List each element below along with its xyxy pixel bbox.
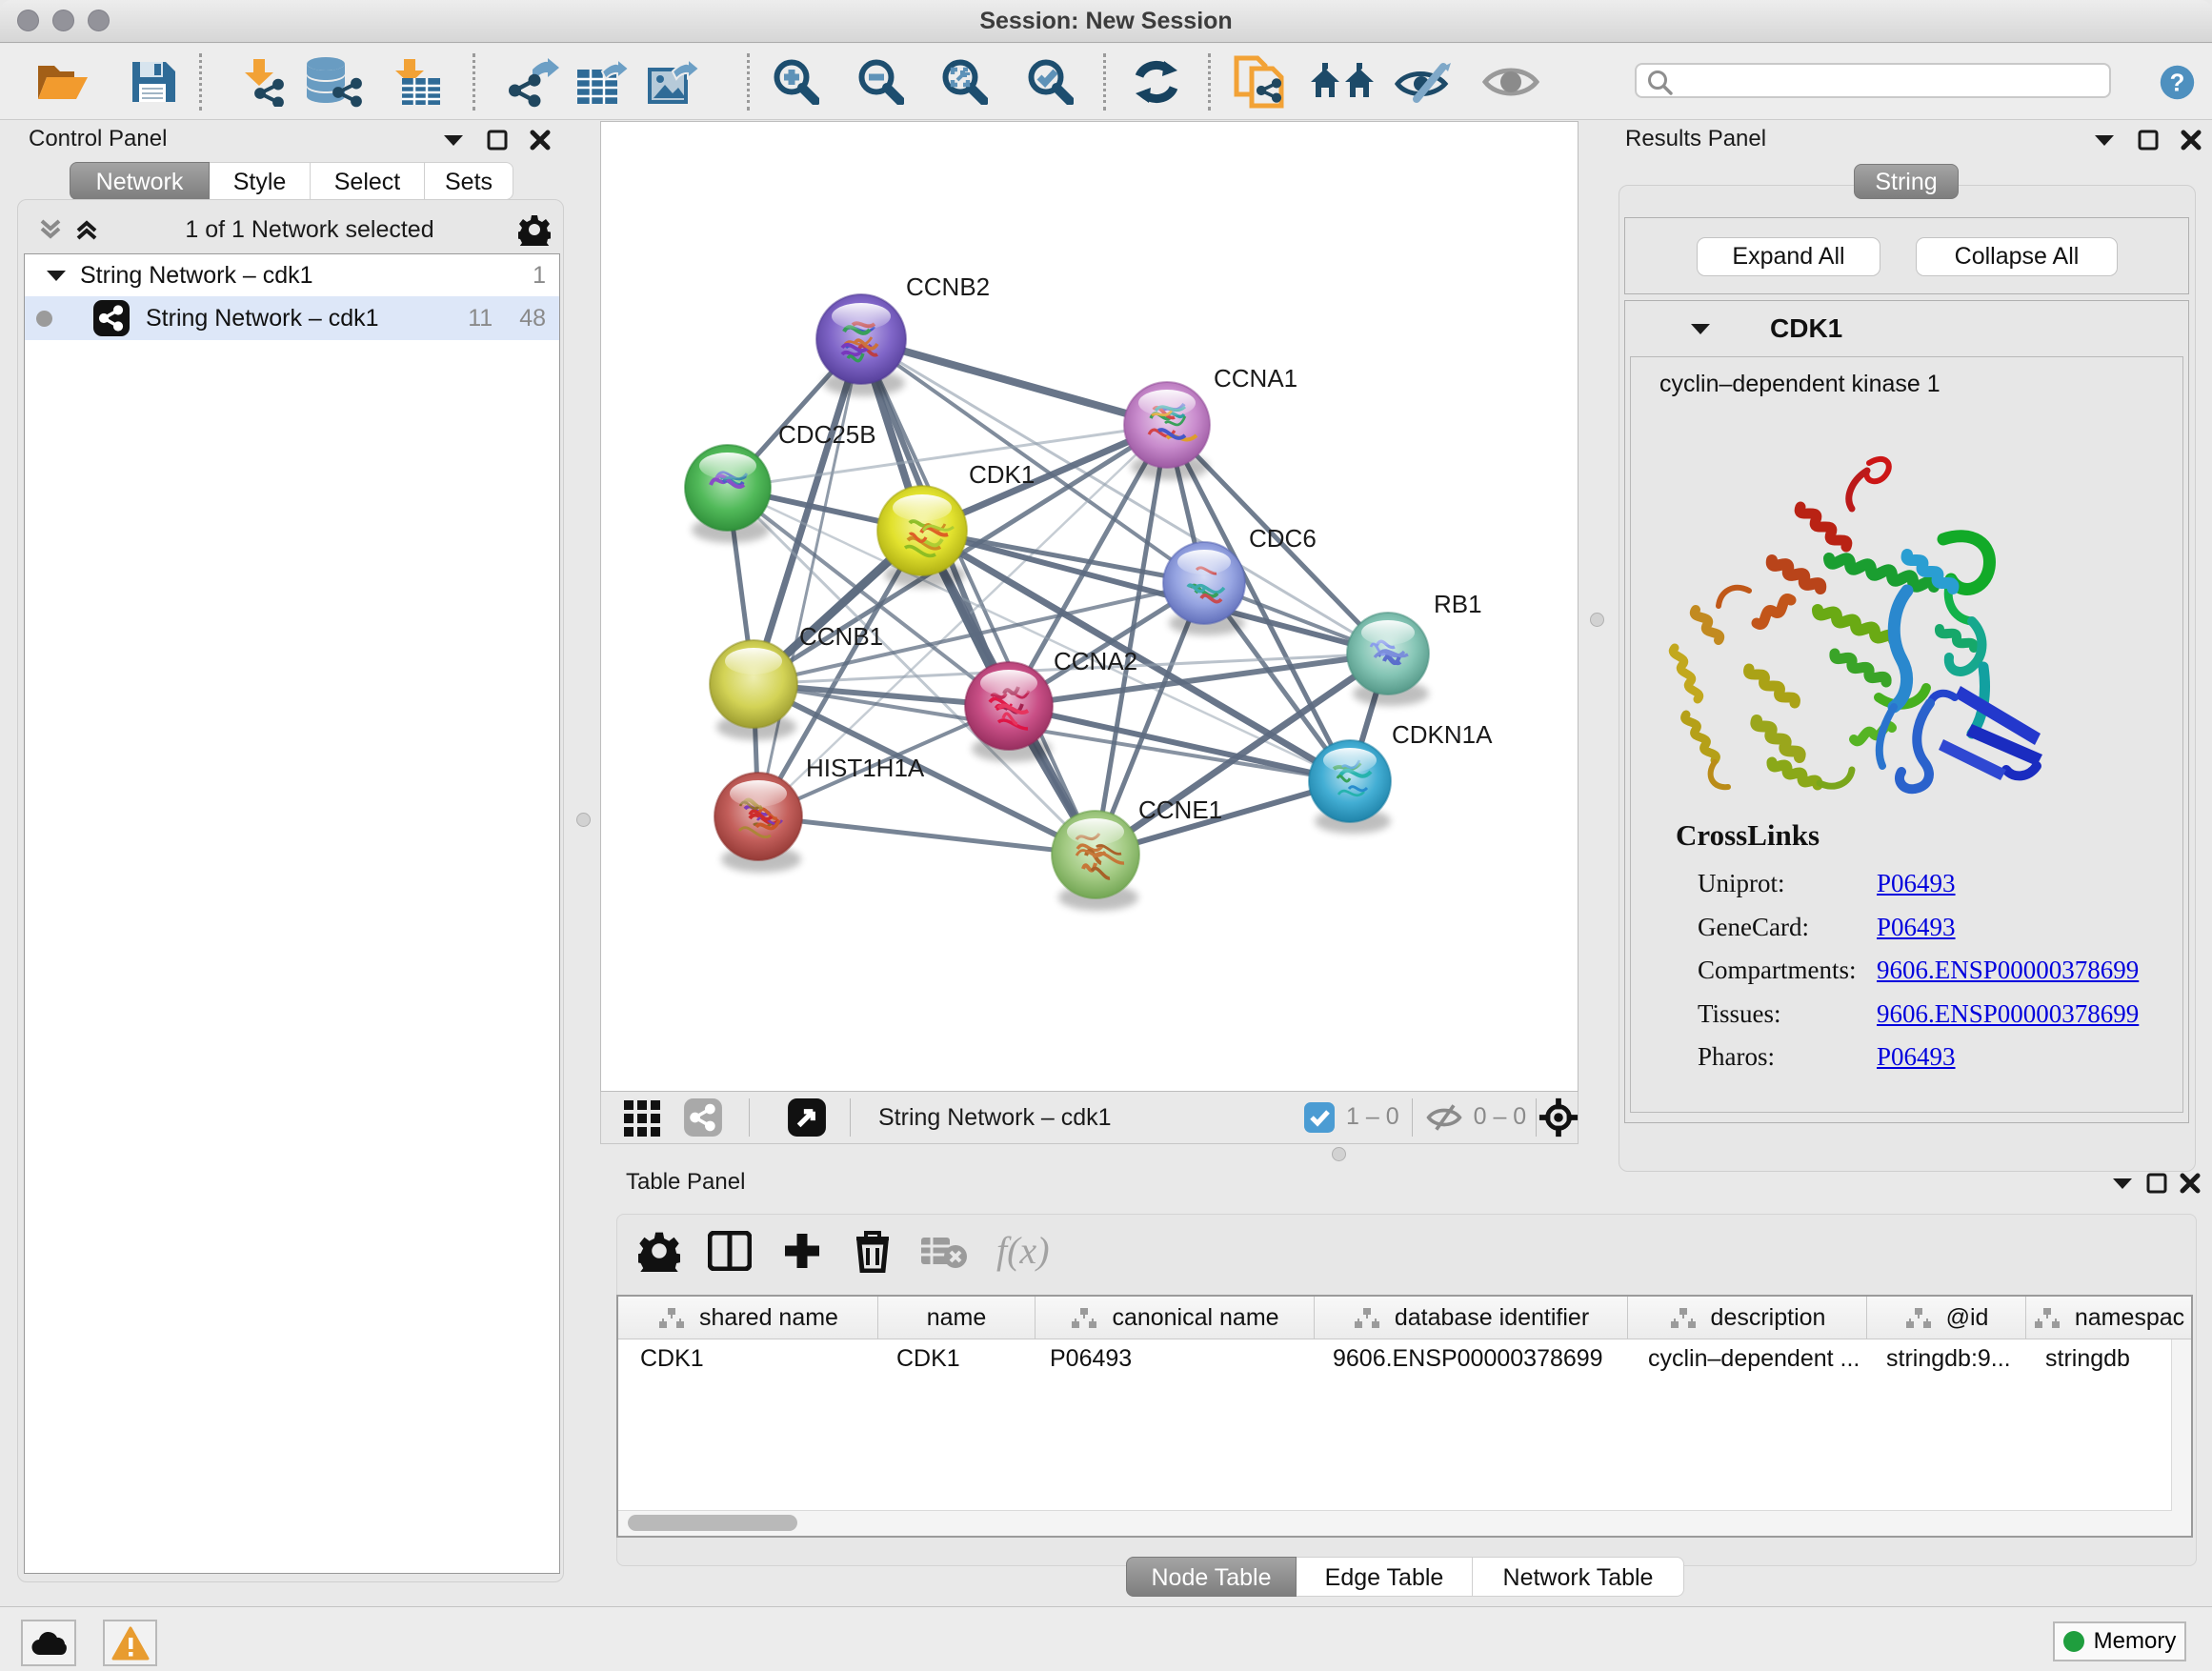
- svg-text:HIST1H1A: HIST1H1A: [806, 754, 925, 782]
- svg-text:CDKN1A: CDKN1A: [1392, 720, 1493, 749]
- svg-text:CDC25B: CDC25B: [778, 420, 876, 449]
- svg-text:CCNA1: CCNA1: [1214, 364, 1297, 393]
- svg-text:?: ?: [2170, 70, 2185, 96]
- svg-text:RB1: RB1: [1434, 590, 1482, 618]
- svg-text:CDK1: CDK1: [969, 460, 1035, 489]
- svg-text:CCNE1: CCNE1: [1138, 795, 1222, 824]
- svg-text:CCNA2: CCNA2: [1054, 647, 1137, 675]
- svg-text:CDC6: CDC6: [1249, 524, 1317, 553]
- svg-text:CCNB2: CCNB2: [906, 272, 990, 301]
- svg-text:CCNB1: CCNB1: [799, 622, 883, 651]
